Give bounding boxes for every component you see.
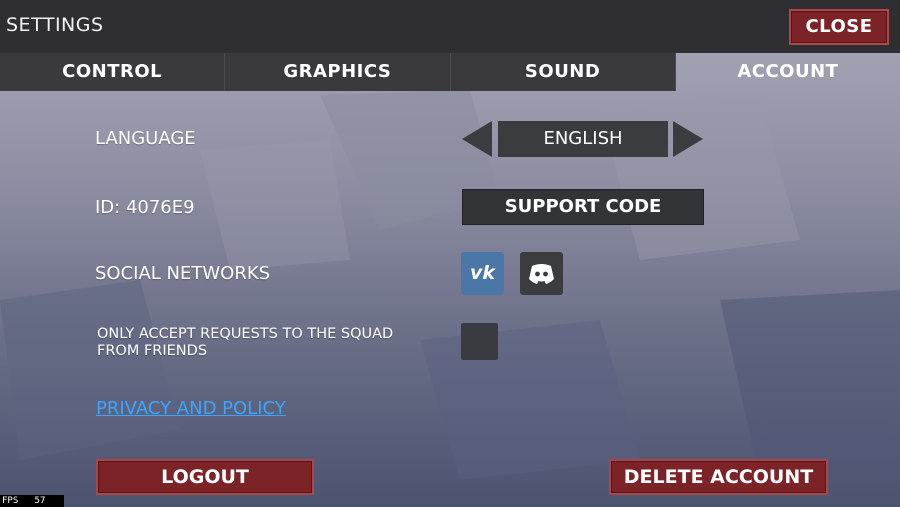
delete-account-button[interactable]: DELETE ACCOUNT: [609, 459, 828, 495]
page-title: SETTINGS: [6, 14, 104, 36]
social-networks-label: SOCIAL NETWORKS: [95, 263, 271, 284]
tab-account[interactable]: ACCOUNT: [676, 53, 900, 91]
discord-button[interactable]: [520, 252, 563, 295]
language-prev-arrow-icon[interactable]: [462, 121, 492, 157]
fps-label: FPS: [2, 496, 19, 506]
vk-button[interactable]: vk: [461, 252, 504, 295]
account-id-label: ID: 4076E9: [95, 197, 195, 218]
language-label: LANGUAGE: [95, 128, 196, 149]
language-next-arrow-icon[interactable]: [673, 121, 703, 157]
squad-requests-checkbox[interactable]: [461, 323, 498, 360]
tab-control[interactable]: CONTROL: [0, 53, 226, 91]
tab-graphics[interactable]: GRAPHICS: [225, 53, 451, 91]
tab-bar: CONTROL GRAPHICS SOUND ACCOUNT: [0, 53, 900, 91]
fps-counter: FPS 57: [0, 495, 64, 507]
logout-button[interactable]: LOGOUT: [96, 459, 314, 495]
fps-value: 57: [34, 496, 46, 506]
privacy-policy-link[interactable]: PRIVACY AND POLICY: [96, 398, 286, 419]
language-value: ENGLISH: [498, 121, 668, 157]
header-bar: SETTINGS CLOSE: [0, 0, 900, 53]
close-button[interactable]: CLOSE: [789, 9, 889, 45]
tab-sound[interactable]: SOUND: [450, 53, 676, 91]
squad-requests-label: ONLY ACCEPT REQUESTS TO THE SQUAD FROM F…: [97, 326, 394, 359]
support-code-button[interactable]: SUPPORT CODE: [462, 189, 704, 225]
discord-icon: [529, 264, 554, 284]
vk-icon: vk: [469, 262, 496, 284]
